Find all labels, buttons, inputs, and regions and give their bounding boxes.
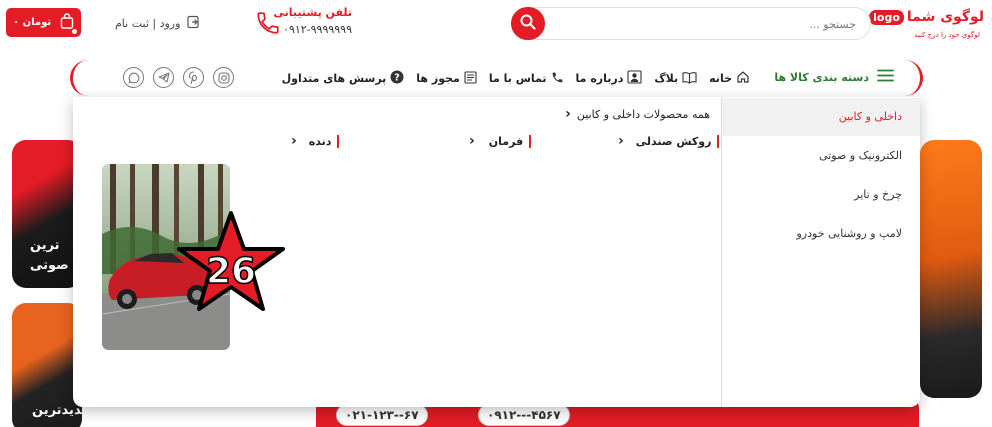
- chevron-left-icon: ›: [565, 106, 571, 122]
- nav-link-faq[interactable]: ? پرسش های متداول: [282, 70, 405, 87]
- search-icon: [520, 14, 536, 34]
- all-products-label: همه محصولات داخلی و کابین: [576, 107, 710, 121]
- pinterest-icon[interactable]: [183, 67, 204, 88]
- telegram-icon[interactable]: [153, 67, 174, 88]
- login-icon: [186, 15, 200, 32]
- social-links: [123, 67, 234, 88]
- support-phone-block[interactable]: تلفن پشتیبانی ۰۹۱۲-۹۹۹۹۹۹۹: [255, 6, 355, 42]
- whatsapp-icon[interactable]: [123, 67, 144, 88]
- site-header: logo لوگوی شما لوگوی خود را درج کنید تلف…: [0, 0, 992, 48]
- hamburger-icon: [877, 69, 894, 85]
- chevron-left-icon: ›: [469, 133, 475, 149]
- logo-wordmark: logo لوگوی شما: [869, 9, 984, 25]
- chevron-left-icon: ›: [618, 133, 624, 149]
- subcategory-label: روکش صندلی: [635, 134, 712, 148]
- login-register-link[interactable]: ورود | ثبت نام: [115, 13, 200, 33]
- svg-text:?: ?: [395, 73, 401, 84]
- banner-phone-pill: ۰۲۱-۱۲۳--۶۷: [336, 404, 428, 426]
- nav-link-blog[interactable]: بلاگ: [654, 71, 697, 87]
- nav-link-label: پرسش های متداول: [281, 72, 387, 85]
- mega-menu-categories: داخلی و کابین الکترونیک و صوتی چرخ و تای…: [721, 97, 920, 407]
- nav-categories-label: دسته بندی کالا ها: [774, 70, 869, 84]
- phone-icon: [551, 71, 564, 87]
- nav-link-label: مجوز ها: [416, 72, 460, 85]
- subcategory-steering-wheel[interactable]: › فرمان: [469, 133, 532, 149]
- logo-badge: logo: [869, 9, 904, 25]
- site-logo[interactable]: logo لوگوی شما لوگوی خود را درج کنید: [869, 9, 984, 43]
- subcategory-label: دنده: [308, 134, 332, 148]
- user-icon: [627, 70, 642, 87]
- search-button[interactable]: [511, 7, 545, 40]
- banner-phone-pill: ۰۹۱۲---۴۵۶۷: [478, 404, 570, 426]
- banner-card-newest[interactable]: جدیدترین: [12, 303, 82, 427]
- subcategory-gear-shift[interactable]: › دنده: [291, 133, 340, 149]
- promo-star-badge: 26: [173, 209, 285, 325]
- home-icon: [736, 70, 750, 87]
- banner-phone-text: ۰۹۱۲---۴۵۶۷: [487, 408, 561, 422]
- nav-link-label: درباره ما: [575, 72, 624, 85]
- mega-category-lighting[interactable]: لامپ و روشنایی خودرو: [722, 215, 920, 253]
- search-box: [511, 7, 871, 40]
- instagram-icon[interactable]: [213, 67, 234, 88]
- nav-link-home[interactable]: خانه: [709, 70, 750, 87]
- subcategory-seat-covers[interactable]: › روکش صندلی: [618, 133, 720, 149]
- promo-badge-number: 26: [206, 251, 256, 292]
- logo-subtitle: لوگوی خود را درج کنید: [914, 31, 980, 39]
- cart-button[interactable]: ۰ تومان: [6, 8, 81, 37]
- logo-title: لوگوی شما: [906, 9, 984, 25]
- banner-card-audio[interactable]: ترین ستم صوتی: [12, 140, 82, 288]
- subcategory-marker: [717, 134, 720, 148]
- nav-link-label: تماس با ما: [488, 72, 547, 85]
- subcategory-marker: [337, 134, 340, 148]
- mega-menu: داخلی و کابین الکترونیک و صوتی چرخ و تای…: [73, 97, 920, 407]
- mega-category-electronics[interactable]: الکترونیک و صوتی: [722, 137, 920, 175]
- cart-count-dot: [71, 28, 78, 35]
- document-icon: [464, 70, 477, 87]
- cart-total: ۰ تومان: [13, 17, 52, 28]
- banner-card-right[interactable]: [920, 140, 982, 398]
- nav-link-label: خانه: [709, 72, 732, 85]
- banner-phone-text: ۰۲۱-۱۲۳--۶۷: [345, 408, 419, 422]
- subcategory-label: فرمان: [488, 134, 524, 148]
- nav-categories-button[interactable]: دسته بندی کالا ها: [774, 69, 894, 85]
- mega-category-wheels[interactable]: چرخ و تایر: [722, 176, 920, 214]
- nav-link-label: بلاگ: [654, 72, 679, 85]
- nav-link-contact[interactable]: تماس با ما: [489, 71, 564, 87]
- book-icon: [682, 71, 697, 87]
- all-products-link[interactable]: › همه محصولات داخلی و کابین: [565, 106, 710, 122]
- main-nav: دسته بندی کالا ها خانه بلاگ درباره ما تم…: [70, 60, 923, 96]
- nav-links: خانه بلاگ درباره ما تماس با ما مجوز ها ?…: [282, 70, 750, 87]
- chevron-left-icon: ›: [291, 133, 297, 149]
- nav-link-licenses[interactable]: مجوز ها: [416, 70, 477, 87]
- login-label: ورود | ثبت نام: [115, 16, 181, 30]
- question-icon: ?: [390, 70, 404, 87]
- banner-text-line: ترین: [30, 238, 60, 253]
- subcategory-marker: [529, 134, 532, 148]
- mega-category-interior[interactable]: داخلی و کابین: [722, 98, 920, 136]
- support-title: تلفن پشتیبانی: [273, 6, 352, 19]
- search-input[interactable]: [556, 14, 856, 34]
- nav-link-about[interactable]: درباره ما: [576, 70, 643, 87]
- banner-text-line: جدیدترین: [32, 403, 82, 418]
- support-phone-number: ۰۹۱۲-۹۹۹۹۹۹۹: [283, 23, 352, 36]
